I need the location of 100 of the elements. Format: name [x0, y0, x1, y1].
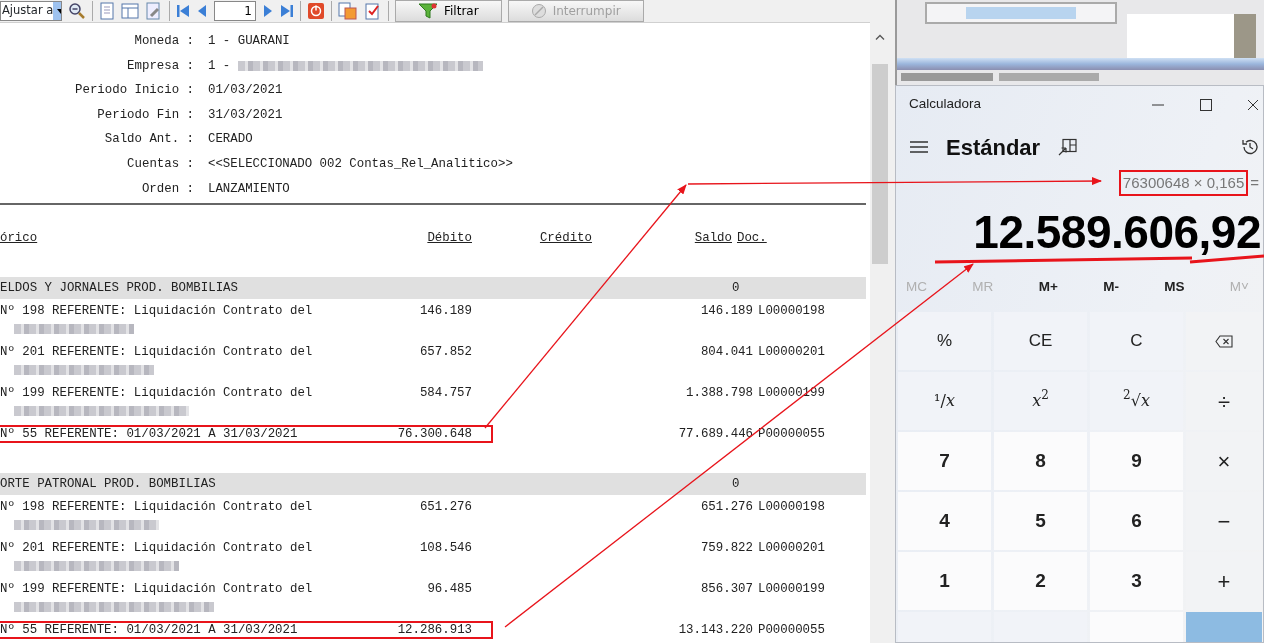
last-page-icon[interactable] [280, 3, 294, 19]
debit-cell-text: 584.757 [418, 384, 472, 402]
field-value: 31/03/2021 [208, 106, 283, 124]
wrench-page-icon[interactable] [145, 2, 163, 20]
calculator-key[interactable]: x$^{2}$ [994, 372, 1087, 430]
disabled-icon [530, 3, 547, 19]
entry-description: Nº 201 REFERENTE: Liquidación Contrato del [0, 539, 314, 557]
backspace-icon [1215, 334, 1233, 348]
zoom-dropdown[interactable]: Ajustar a [0, 1, 62, 21]
page-field[interactable]: 1 [214, 1, 256, 21]
debit-cell-text: 76.300.648 [396, 425, 472, 443]
debit-cell-text: 651.276 [418, 498, 472, 516]
doc-cell-text: L00000201 [757, 344, 825, 362]
entry-description: Nº 198 REFERENTE: Liquidación Contrato del [0, 302, 314, 320]
doc-cell-text: P00000055 [757, 622, 825, 640]
group-title: ORTE PATRONAL PROD. BOMBILIAS [0, 475, 217, 493]
calculator-key[interactable]: % [898, 312, 991, 370]
calculator-key[interactable]: 6 [1090, 492, 1183, 550]
doc-cell-text: L00000198 [757, 303, 825, 321]
column-header: Débito [427, 231, 472, 246]
expression-text: 76300648 × 0,165 [1118, 169, 1249, 197]
keep-on-top-icon[interactable] [1058, 138, 1079, 156]
doc-cell-text: L00000198 [757, 499, 825, 517]
mode-title: Estándar [946, 133, 1041, 162]
debit-cell-text: 108.546 [418, 539, 472, 557]
scrollbar[interactable] [870, 0, 890, 643]
balance-cell-text: 146.189 [699, 303, 753, 321]
balance-cell-text: 759.822 [699, 540, 753, 558]
field-value: <<SELECCIONADO 002 Contas_Rel_Analitico>> [208, 155, 513, 173]
debit-cell-text: 12.286.913 [396, 621, 472, 639]
entry-description: Nº 199 REFERENTE: Liquidación Contrato del [0, 384, 314, 402]
doc-cell-text: P00000055 [757, 426, 825, 444]
entry-description: Nº 199 REFERENTE: Liquidación Contrato del [0, 580, 314, 598]
scroll-up-icon [875, 34, 885, 40]
field-label: Orden : [140, 180, 195, 198]
balance-cell-text: 804.041 [699, 344, 753, 362]
debit-cell-text: 657.852 [418, 343, 472, 361]
layout-icon[interactable] [121, 3, 139, 19]
entry-description: Nº 55 REFERENTE: 01/03/2021 A 31/03/2021 [0, 621, 299, 639]
debit-cell-text: 96.485 [426, 580, 472, 598]
scrollbar-thumb[interactable] [872, 64, 888, 264]
group-balance: 0 [732, 279, 740, 297]
stop-icon[interactable] [307, 2, 325, 20]
memory-button[interactable]: M+ [1038, 277, 1058, 312]
field-label: Periodo Inicio : [74, 82, 195, 100]
group-title: ELDOS Y JORNALES PROD. BOMBILIAS [0, 279, 239, 297]
calculator-key[interactable]: 1 [898, 552, 991, 610]
group-balance: 0 [732, 475, 740, 493]
doc-cell-text: L00000201 [757, 540, 825, 558]
calculator-key[interactable]: 2 [994, 552, 1087, 610]
history-icon[interactable] [1241, 138, 1259, 156]
calculator-key[interactable]: ¹/x [898, 372, 991, 430]
memory-button[interactable]: MS [1164, 277, 1185, 312]
result-display: 12.589.606,92 [973, 206, 1261, 258]
calculator-key[interactable]: 9 [1090, 432, 1183, 490]
page-icon[interactable] [99, 2, 115, 20]
column-header: Doc. [737, 231, 767, 246]
next-page-icon[interactable] [262, 3, 274, 19]
column-header: órico [0, 231, 38, 246]
column-header: Crédito [539, 231, 592, 246]
field-value: 1 - GUARANI [208, 33, 290, 50]
filter-button[interactable]: Filtrar [395, 0, 502, 22]
window-title: Calculadora [909, 95, 982, 114]
field-value: 01/03/2021 [208, 82, 283, 100]
entry-description: Nº 198 REFERENTE: Liquidación Contrato del [0, 498, 314, 516]
field-label: Cuentas : [126, 155, 195, 173]
calculator-key[interactable]: CE [994, 312, 1087, 370]
export-icon[interactable] [338, 2, 358, 20]
previous-page-icon[interactable] [196, 3, 208, 19]
zoom-out-icon[interactable] [68, 2, 86, 20]
debit-cell-text: 146.189 [418, 302, 472, 320]
calculator-key[interactable]: 8 [994, 432, 1087, 490]
entry-description: Nº 55 REFERENTE: 01/03/2021 A 31/03/2021 [0, 425, 299, 443]
close-icon[interactable] [1247, 98, 1259, 111]
field-label: Moneda : [133, 33, 195, 50]
field-label: Periodo Fin : [96, 106, 195, 124]
field-label: Saldo Ant. : [103, 131, 195, 149]
entry-description: Nº 201 REFERENTE: Liquidación Contrato del [0, 343, 314, 361]
menu-icon[interactable] [910, 140, 928, 154]
balance-cell-text: 1.388.798 [685, 385, 753, 403]
field-label: Empresa : [126, 57, 195, 75]
memory-button[interactable]: M- [1103, 277, 1119, 312]
funnel-icon [418, 3, 438, 19]
field-value: 1 - [208, 57, 231, 75]
doc-cell-text: L00000199 [757, 581, 825, 599]
first-page-icon[interactable] [176, 3, 190, 19]
calculator-key[interactable]: 5 [994, 492, 1087, 550]
balance-cell-text: 856.307 [699, 581, 753, 599]
balance-cell-text: 77.689.446 [677, 426, 753, 444]
balance-cell-text: 651.276 [699, 499, 753, 517]
calculator-key[interactable]: 7 [898, 432, 991, 490]
equals-sign: = [1250, 172, 1259, 193]
column-header: Saldo [694, 231, 732, 246]
calculator-key[interactable]: 4 [898, 492, 991, 550]
calculator-key[interactable]: 3 [1090, 552, 1183, 610]
field-value: CERADO [208, 131, 253, 149]
checklist-icon[interactable] [364, 2, 382, 20]
caret-icon [56, 8, 61, 14]
maximize-icon[interactable] [1199, 97, 1213, 112]
balance-cell-text: 13.143.220 [677, 622, 753, 640]
